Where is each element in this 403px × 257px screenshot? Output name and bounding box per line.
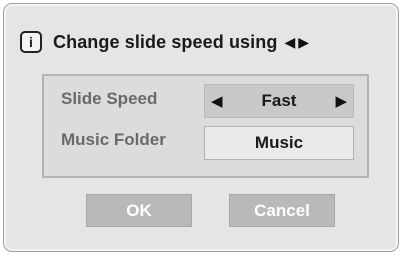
settings-panel: Slide Speed ◀ Fast ▶ Music Folder Music (42, 74, 369, 178)
slide-speed-label: Slide Speed (61, 89, 158, 108)
slideshow-settings-dialog: i Change slide speed using ◀ ▶ Slide Spe… (3, 3, 399, 252)
slide-speed-selector[interactable]: ◀ Fast ▶ (204, 84, 354, 118)
slide-speed-value: Fast (261, 91, 297, 110)
music-folder-value: Music (254, 133, 304, 152)
music-folder-label: Music Folder (61, 130, 166, 149)
slide-speed-right-arrow-icon[interactable]: ▶ (335, 92, 347, 110)
right-arrow-icon: ▶ (298, 33, 310, 50)
dialog-title: Change slide speed using (53, 31, 278, 52)
title-arrows: ◀ ▶ (284, 34, 309, 51)
cancel-button[interactable]: Cancel (229, 194, 335, 227)
ok-button-label: OK (126, 200, 152, 220)
cancel-button-label: Cancel (254, 200, 310, 220)
slide-speed-left-arrow-icon[interactable]: ◀ (211, 92, 223, 110)
ok-button[interactable]: OK (86, 194, 192, 227)
left-arrow-icon: ◀ (284, 33, 296, 50)
info-icon: i (20, 31, 42, 53)
music-folder-field[interactable]: Music (204, 126, 354, 160)
dialog-header: i Change slide speed using ◀ ▶ (20, 28, 309, 56)
